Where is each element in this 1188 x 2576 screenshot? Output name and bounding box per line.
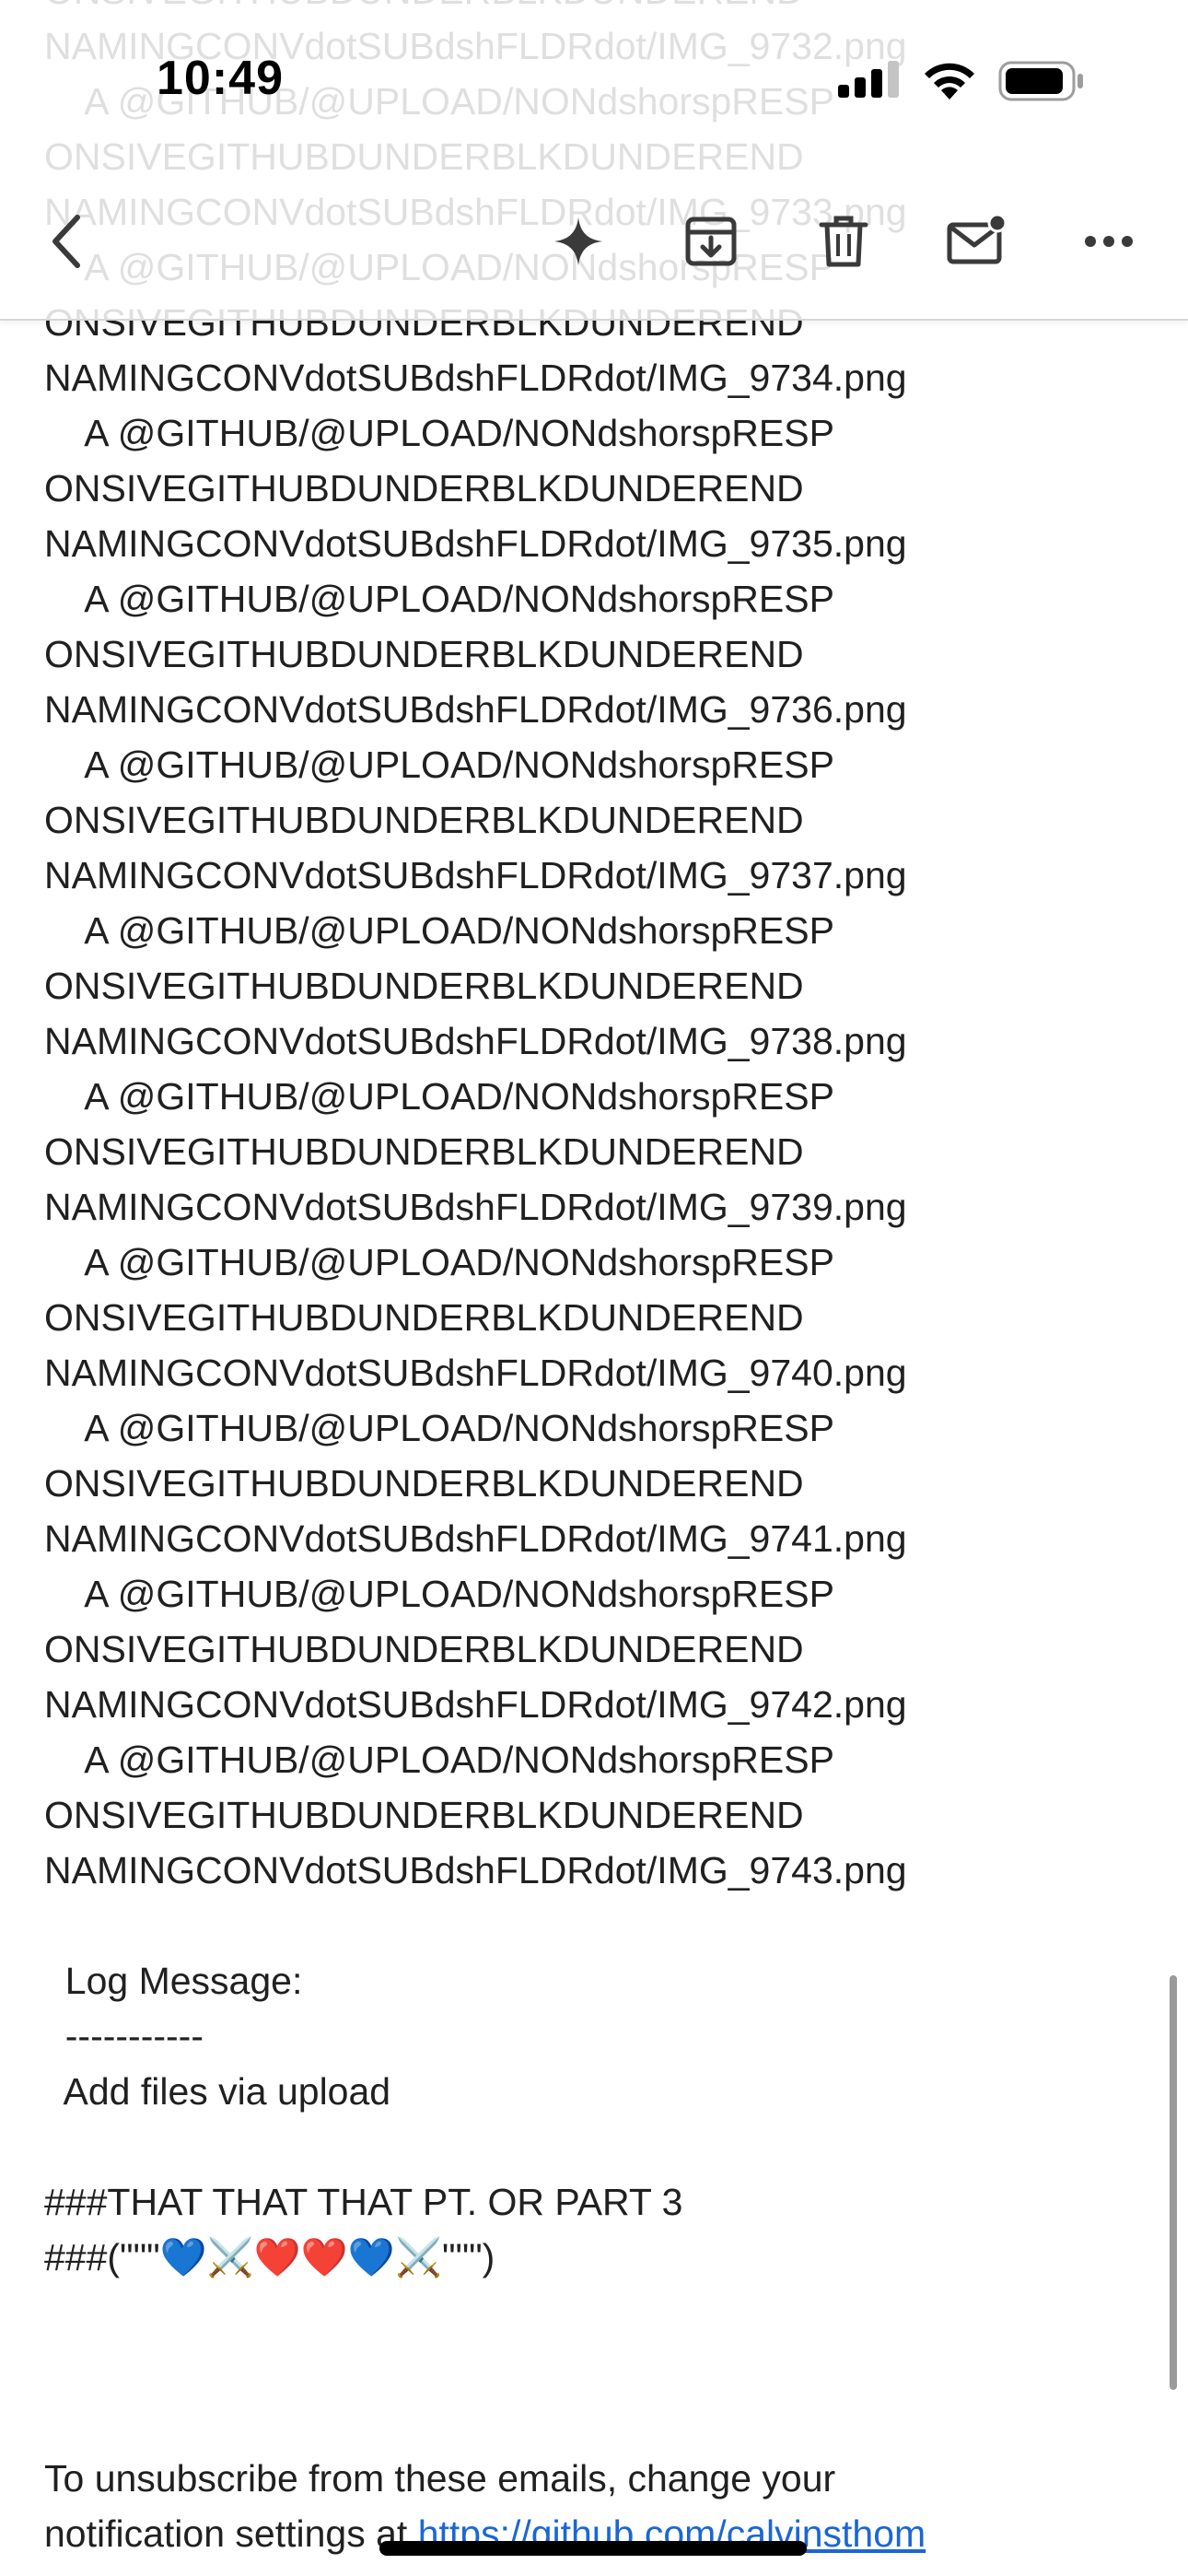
wifi-icon [925,63,974,100]
back-button[interactable] [33,208,99,275]
email-line: ONSIVEGITHUBDUNDERBLKDUNDEREND [44,965,804,1007]
emoji-heading: ###("""💙⚔️❤️❤️💙⚔️""") [44,2236,495,2278]
cellular-signal-icon [838,61,899,98]
email-line: NAMINGCONVdotSUBdshFLDRdot/IMG_9739.png [44,1186,907,1228]
email-line: A @GITHUB/@UPLOAD/NONdshorspRESP [44,578,834,620]
notification-settings-text: notification settings at [44,2512,418,2555]
email-line: A @GITHUB/@UPLOAD/NONdshorspRESP [44,744,834,786]
email-line: NAMINGCONVdotSUBdshFLDRdot/IMG_9735.png [44,522,907,565]
email-line: A @GITHUB/@UPLOAD/NONdshorspRESP [44,1739,834,1781]
email-line: A @GITHUB/@UPLOAD/NONdshorspRESP [44,1407,834,1449]
email-line: ONSIVEGITHUBDUNDERBLKDUNDEREND [44,467,804,509]
status-time: 10:49 [157,52,284,105]
trash-icon [819,216,868,267]
log-message-rule: ----------- [44,2015,204,2057]
email-line: NAMINGCONVdotSUBdshFLDRdot/IMG_9737.png [44,854,907,896]
log-message-label: Log Message: [44,1960,303,2002]
email-body: ONSIVEGITHUBDUNDERBLKDUNDEREND NAMINGCONV… [44,0,1140,2561]
email-line: A @GITHUB/@UPLOAD/NONdshorspRESP [44,909,834,952]
email-line: ONSIVEGITHUBDUNDERBLKDUNDEREND [44,1130,804,1173]
home-indicator[interactable] [379,2541,807,2556]
battery-icon [998,61,1083,101]
delete-button[interactable] [810,208,877,275]
email-line: A @GITHUB/@UPLOAD/NONdshorspRESP [44,1241,834,1283]
log-message-text: Add files via upload [44,2070,391,2113]
email-line: NAMINGCONVdotSUBdshFLDRdot/IMG_9734.png [44,357,907,399]
mail-unread-icon [947,214,1007,264]
email-line: NAMINGCONVdotSUBdshFLDRdot/IMG_9743.png [44,1849,907,1891]
email-line: NAMINGCONVdotSUBdshFLDRdot/IMG_9742.png [44,1683,907,1726]
email-line: NAMINGCONVdotSUBdshFLDRdot/IMG_9741.png [44,1517,907,1560]
part-heading: ###THAT THAT THAT PT. OR PART 3 [44,2181,683,2223]
email-line: ONSIVEGITHUBDUNDERBLKDUNDEREND [44,1794,804,1836]
email-line: NAMINGCONVdotSUBdshFLDRdot/IMG_9740.png [44,1352,907,1394]
email-line: ONSIVEGITHUBDUNDERBLKDUNDEREND [44,1462,804,1505]
archive-icon [685,217,737,266]
email-line: ONSIVEGITHUBDUNDERBLKDUNDEREND [44,799,804,841]
chevron-left-icon [52,215,80,268]
more-horizontal-icon [1085,236,1133,247]
email-toolbar: 10:49 [0,0,1188,321]
email-line: ONSIVEGITHUBDUNDERBLKDUNDEREND [44,633,804,675]
email-line: ONSIVEGITHUBDUNDERBLKDUNDEREND [44,1628,804,1670]
more-options-button[interactable] [1076,208,1142,275]
email-line: A @GITHUB/@UPLOAD/NONdshorspRESP [44,1573,834,1615]
email-line: ONSIVEGITHUBDUNDERBLKDUNDEREND [44,1296,804,1339]
archive-button[interactable] [678,208,744,275]
email-line: NAMINGCONVdotSUBdshFLDRdot/IMG_9738.png [44,1020,907,1062]
sparkle-icon [554,217,602,265]
unsubscribe-text: To unsubscribe from these emails, change… [44,2457,836,2500]
scrollbar[interactable] [1170,1975,1177,2390]
mark-unread-button[interactable] [943,208,1009,275]
email-line: A @GITHUB/@UPLOAD/NONdshorspRESP [44,1075,834,1118]
gemini-button[interactable] [545,208,611,275]
email-line: NAMINGCONVdotSUBdshFLDRdot/IMG_9736.png [44,688,907,731]
email-line: A @GITHUB/@UPLOAD/NONdshorspRESP [44,412,834,454]
